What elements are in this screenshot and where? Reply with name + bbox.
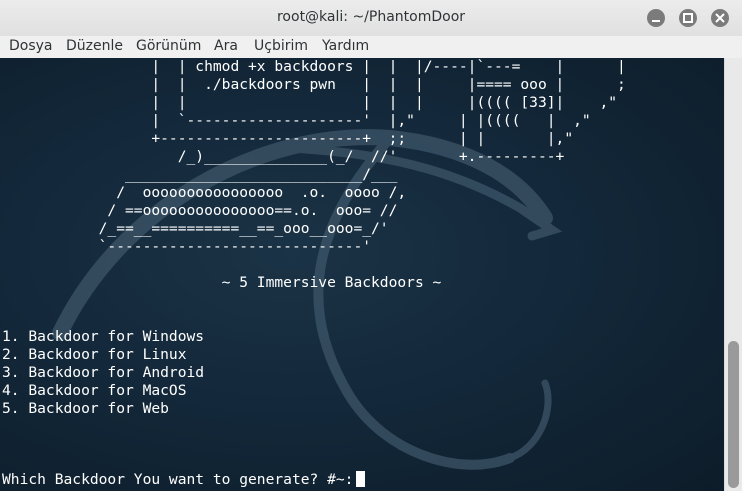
menu-option: 3. Backdoor for Android xyxy=(2,364,205,381)
menu-option: 2. Backdoor for Linux xyxy=(2,346,187,363)
banner-line: | | ./backdoors pwn | | | |==== ooo | ; xyxy=(2,76,626,93)
close-icon xyxy=(715,13,725,23)
banner-line: / oooooooooooooooo .o. oooo /, xyxy=(2,184,407,201)
banner-line: | | chmod +x backdoors | | |/----|`---= … xyxy=(2,58,626,75)
banner-line: | | | | | |(((( [33]| ," xyxy=(2,94,618,111)
window-title: root@kali: ~/PhantomDoor xyxy=(276,9,466,25)
subtitle: ~ 5 Immersive Backdoors ~ xyxy=(221,274,442,291)
title-bar: root@kali: ~/PhantomDoor xyxy=(0,0,742,37)
menu-bar: Dosya Düzenle Görünüm Ara Uçbirim Yardım xyxy=(0,36,742,58)
terminal-area[interactable]: | | chmod +x backdoors | | |/----|`---= … xyxy=(0,58,724,491)
prompt-line[interactable]: Which Backdoor You want to generate? #~: xyxy=(2,471,366,489)
vertical-scrollbar[interactable] xyxy=(724,58,742,491)
prompt-text: Which Backdoor You want to generate? #~: xyxy=(2,471,354,488)
scrollbar-thumb[interactable] xyxy=(728,341,739,488)
minimize-icon xyxy=(652,20,660,22)
menu-option: 5. Backdoor for Web xyxy=(2,400,169,417)
text-cursor xyxy=(356,471,366,487)
menu-dosya[interactable]: Dosya xyxy=(9,38,53,54)
menu-ara[interactable]: Ara xyxy=(214,38,238,54)
close-button[interactable] xyxy=(711,9,729,27)
menu-gorunum[interactable]: Görünüm xyxy=(136,38,201,54)
banner-line: /_==__==========__==_ooo__ooo=_/' xyxy=(2,220,389,237)
banner-line: ___________________________/___ xyxy=(2,166,398,183)
maximize-button[interactable] xyxy=(679,9,697,27)
menu-ucbirim[interactable]: Uçbirim xyxy=(254,38,308,54)
menu-yardim[interactable]: Yardım xyxy=(322,38,369,54)
menu-option: 1. Backdoor for Windows xyxy=(2,328,205,345)
banner-line: /_)______________(_/ //' +.---------+ xyxy=(2,148,565,165)
terminal-output: | | chmod +x backdoors | | |/----|`---= … xyxy=(2,58,626,418)
banner-line: / ==ooooooooooooooo==.o. ooo= // xyxy=(2,202,398,219)
terminal-window: root@kali: ~/PhantomDoor Dosya Düzenle G… xyxy=(0,0,742,491)
minimize-button[interactable] xyxy=(647,9,665,27)
banner-line: +-----------------------+ ;; | | |," xyxy=(2,130,574,147)
menu-duzenle[interactable]: Düzenle xyxy=(66,38,123,54)
banner-line: `-----------------------------' xyxy=(2,238,372,255)
banner-line: | `--------------------' |," | |(((( | ,… xyxy=(2,112,591,129)
maximize-icon xyxy=(683,13,693,23)
menu-option: 4. Backdoor for MacOS xyxy=(2,382,187,399)
